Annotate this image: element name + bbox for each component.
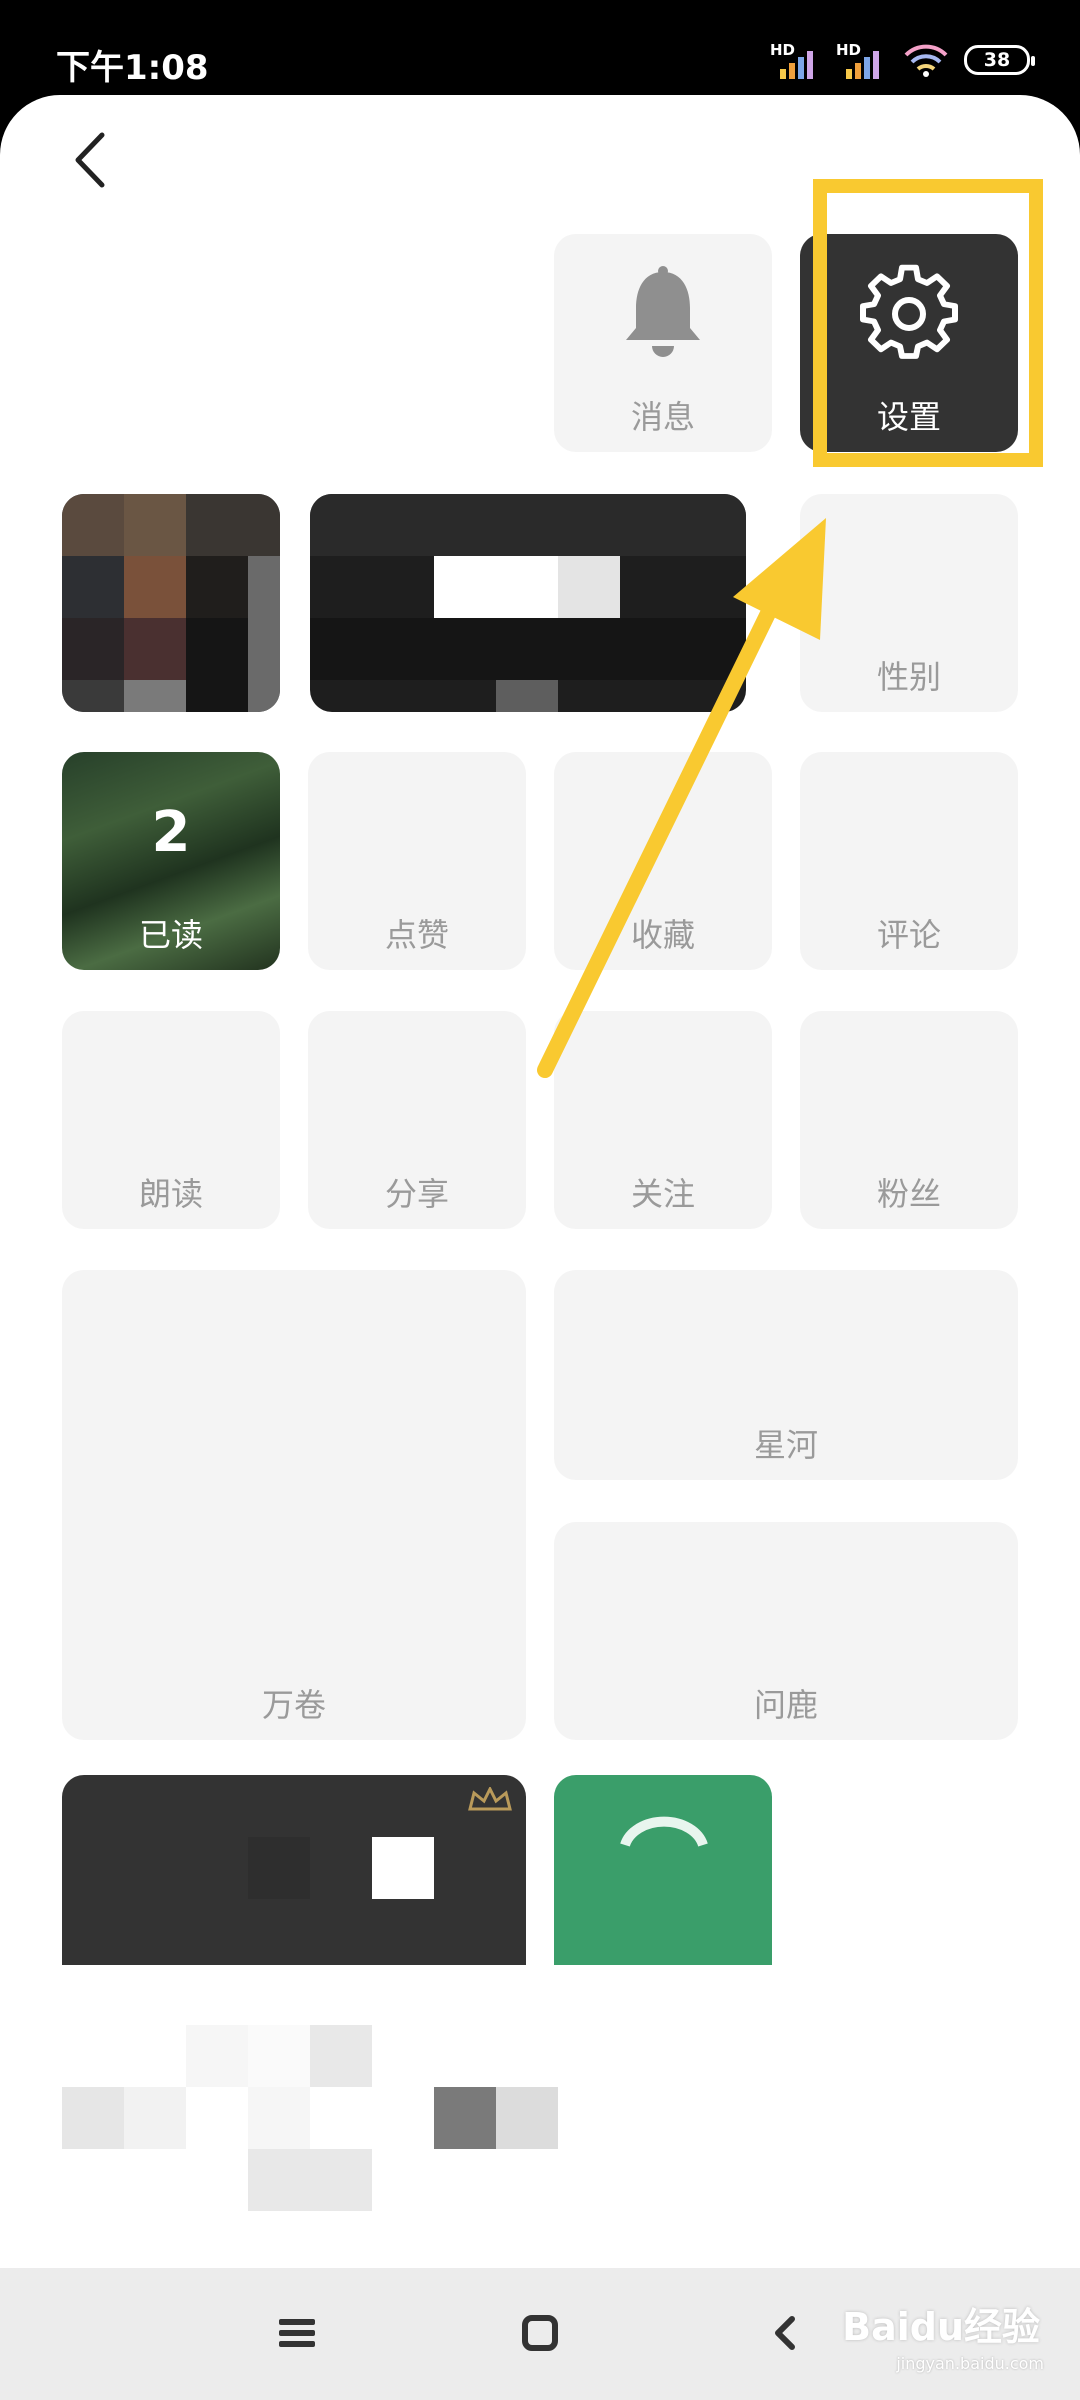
signal-icon-2: HD [836,41,888,79]
read-count: 2 [151,800,191,865]
highlight-box [813,179,1043,467]
watermark-url: jingyan.baidu.com [896,2354,1044,2373]
xinghe-label: 星河 [753,1426,818,1464]
profile-page: 消息 设置 性别 2 已读 点赞 收藏 评论 朗读 分享 关注 粉丝 万卷 星河… [0,95,1080,2268]
green-card[interactable] [554,1775,772,1965]
promo-card[interactable] [62,1775,526,1965]
home-icon [522,2315,558,2351]
back-nav-button[interactable] [750,2298,820,2368]
read-label: 已读 [138,916,203,954]
fans-label: 粉丝 [876,1175,941,1213]
xinghe-tile[interactable]: 星河 [554,1270,1018,1480]
back-icon [775,2316,795,2350]
battery-icon: 38 [964,45,1035,75]
menu-button[interactable] [262,2298,332,2368]
favorites-label: 收藏 [630,916,695,954]
follow-label: 关注 [630,1175,695,1213]
share-tile[interactable]: 分享 [308,1011,526,1229]
username-block[interactable] [310,494,746,712]
comments-tile[interactable]: 评论 [800,752,1018,970]
menu-icon [279,2319,315,2347]
read-tile[interactable]: 2 已读 [62,752,280,970]
status-time: 下午1:08 [56,48,209,88]
wifi-icon [904,44,948,77]
share-label: 分享 [384,1175,449,1213]
read-aloud-label: 朗读 [138,1175,203,1213]
wanjuan-label: 万卷 [261,1686,326,1724]
fans-tile[interactable]: 粉丝 [800,1011,1018,1229]
follow-tile[interactable]: 关注 [554,1011,772,1229]
signal-icon: HD [770,41,822,79]
messages-label: 消息 [630,398,695,436]
chevron-left-icon [75,132,105,188]
back-button[interactable] [62,120,122,200]
comments-label: 评论 [876,916,941,954]
gender-tile[interactable]: 性别 [800,494,1018,712]
wanjuan-tile[interactable]: 万卷 [62,1270,526,1740]
likes-tile[interactable]: 点赞 [308,752,526,970]
messages-tile[interactable]: 消息 [554,234,772,452]
status-icons: HD HD 38 [770,40,1035,80]
arc-icon [620,1816,708,1847]
home-button[interactable] [505,2298,575,2368]
avatar[interactable] [62,494,280,712]
navigation-bar: Baidu经验 jingyan.baidu.com [0,2268,1080,2400]
bell-icon [554,264,772,364]
status-bar: 下午1:08 HD HD 38 [0,0,1080,95]
read-aloud-tile[interactable]: 朗读 [62,1011,280,1229]
likes-label: 点赞 [384,916,449,954]
crown-icon [468,1787,512,1811]
favorites-tile[interactable]: 收藏 [554,752,772,970]
wenlu-label: 问鹿 [753,1686,818,1724]
watermark-brand: Baidu经验 [842,2305,1040,2349]
gender-label: 性别 [876,658,941,696]
wenlu-tile[interactable]: 问鹿 [554,1522,1018,1740]
